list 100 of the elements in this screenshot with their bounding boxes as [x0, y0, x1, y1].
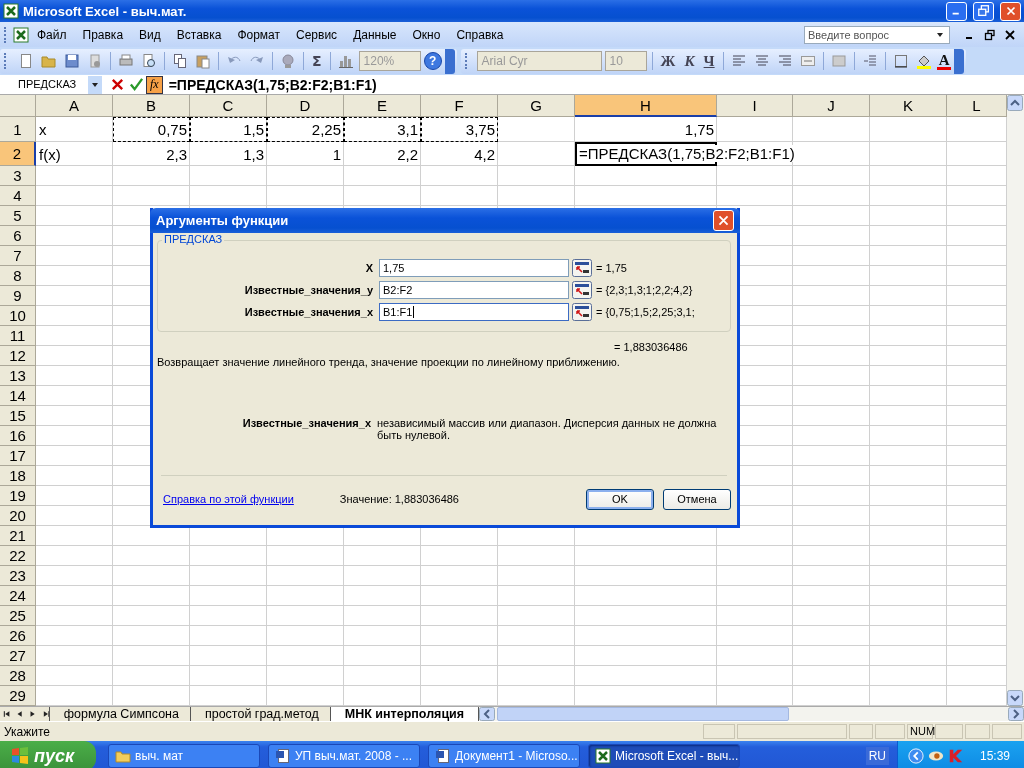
row-header[interactable]: 18: [0, 466, 36, 486]
taskbar-button[interactable]: Документ1 - Microso...: [428, 744, 580, 768]
align-left-icon[interactable]: [730, 53, 747, 69]
cancel-button[interactable]: Отмена: [663, 488, 731, 510]
row-header[interactable]: 6: [0, 226, 36, 246]
column-header[interactable]: G: [498, 95, 575, 117]
column-header[interactable]: J: [793, 95, 870, 117]
save-icon[interactable]: [64, 53, 80, 69]
row-header[interactable]: 12: [0, 346, 36, 366]
column-header[interactable]: H: [575, 95, 717, 117]
column-header[interactable]: I: [717, 95, 793, 117]
row-header[interactable]: 19: [0, 486, 36, 506]
cancel-icon[interactable]: [110, 77, 125, 92]
toolbar-options-button[interactable]: [444, 48, 455, 74]
menu-item[interactable]: Правка: [74, 25, 132, 44]
row-header[interactable]: 11: [0, 326, 36, 346]
argument-field[interactable]: 1,75: [379, 259, 569, 277]
row-header[interactable]: 13: [0, 366, 36, 386]
row-header[interactable]: 27: [0, 646, 36, 666]
row-header[interactable]: 22: [0, 546, 36, 566]
fill-color-icon[interactable]: [915, 53, 932, 69]
scroll-down-icon[interactable]: [1007, 690, 1023, 706]
font-color-button[interactable]: A: [936, 52, 952, 70]
align-right-icon[interactable]: [776, 53, 793, 69]
toolbar-options-button[interactable]: [954, 48, 965, 74]
help-link[interactable]: Справка по этой функции: [163, 493, 294, 505]
column-header[interactable]: D: [267, 95, 344, 117]
italic-button[interactable]: К: [681, 52, 698, 70]
row-header[interactable]: 29: [0, 686, 36, 706]
menu-item[interactable]: Окно: [404, 25, 449, 44]
formula-field[interactable]: =ПРЕДСКАЗ(1,75;B2:F2;B1:F1): [162, 76, 377, 93]
row-header[interactable]: 26: [0, 626, 36, 646]
scroll-thumb[interactable]: [497, 707, 790, 721]
row-header[interactable]: 3: [0, 166, 36, 186]
paste-icon[interactable]: [195, 53, 211, 69]
row-header[interactable]: 14: [0, 386, 36, 406]
expand-tray-icon[interactable]: [907, 748, 924, 764]
column-header[interactable]: L: [947, 95, 1007, 117]
row-header[interactable]: 5: [0, 206, 36, 226]
column-header[interactable]: K: [870, 95, 947, 117]
row-header[interactable]: 23: [0, 566, 36, 586]
dropdown-icon[interactable]: [936, 30, 944, 39]
row-header[interactable]: 8: [0, 266, 36, 286]
row-header[interactable]: 25: [0, 606, 36, 626]
help-button[interactable]: ?: [423, 52, 442, 70]
row-header[interactable]: 2: [0, 142, 36, 166]
row-header[interactable]: 17: [0, 446, 36, 466]
menu-item[interactable]: Справка: [448, 25, 512, 44]
menu-item[interactable]: Формат: [229, 25, 289, 44]
scroll-right-icon[interactable]: [1008, 707, 1024, 721]
collapse-dialog-icon[interactable]: [572, 281, 592, 299]
argument-field[interactable]: B2:F2: [379, 281, 569, 299]
taskbar-button[interactable]: Microsoft Excel - выч...: [588, 744, 740, 768]
horizontal-scrollbar[interactable]: [479, 707, 1024, 721]
scroll-left-icon[interactable]: [479, 707, 496, 721]
collapse-dialog-icon[interactable]: [572, 259, 592, 277]
row-header[interactable]: 4: [0, 186, 36, 206]
menu-item[interactable]: Данные: [345, 25, 405, 44]
new-document-icon[interactable]: [18, 53, 34, 69]
dropdown-icon[interactable]: [88, 75, 102, 94]
sheet-tab[interactable]: МНК интерполяция: [329, 707, 480, 721]
row-header[interactable]: 28: [0, 666, 36, 686]
vertical-scrollbar[interactable]: [1007, 95, 1024, 706]
menu-item[interactable]: Сервис: [288, 25, 346, 44]
taskbar-button[interactable]: выч. мат: [108, 744, 260, 768]
chart-icon[interactable]: [337, 53, 354, 69]
taskbar-button[interactable]: УП выч.мат. 2008 - ...: [268, 744, 420, 768]
column-header[interactable]: B: [113, 95, 190, 117]
menu-item[interactable]: Вид: [131, 25, 169, 44]
underline-button[interactable]: Ч: [700, 52, 718, 70]
cell-formula[interactable]: =ПРЕДСКАЗ(1,75;B2:F2;B1:F1): [577, 145, 797, 162]
workbook-icon[interactable]: [13, 26, 29, 43]
row-header[interactable]: 16: [0, 426, 36, 446]
scroll-up-icon[interactable]: [1007, 95, 1023, 111]
column-header[interactable]: F: [421, 95, 498, 117]
borders-icon[interactable]: [892, 53, 909, 69]
indent-icon[interactable]: [861, 53, 878, 69]
row-header[interactable]: 24: [0, 586, 36, 606]
align-center-icon[interactable]: [753, 53, 770, 69]
row-header[interactable]: 7: [0, 246, 36, 266]
column-header[interactable]: E: [344, 95, 421, 117]
print-icon[interactable]: [118, 53, 134, 69]
column-header[interactable]: A: [36, 95, 113, 117]
insert-function-button[interactable]: fx: [146, 75, 163, 94]
merge-cells-icon[interactable]: [799, 53, 816, 69]
row-header[interactable]: 20: [0, 506, 36, 526]
restore-icon[interactable]: [984, 28, 996, 41]
menu-item[interactable]: Вставка: [168, 25, 230, 44]
close-icon[interactable]: [1004, 28, 1016, 41]
language-indicator[interactable]: RU: [865, 747, 889, 765]
print-preview-icon[interactable]: [141, 53, 157, 69]
check-icon[interactable]: [129, 77, 144, 92]
row-header[interactable]: 1: [0, 117, 36, 142]
copy-icon[interactable]: [172, 53, 188, 69]
menu-item[interactable]: Файл: [29, 25, 75, 44]
column-header[interactable]: C: [190, 95, 267, 117]
row-header[interactable]: 21: [0, 526, 36, 546]
bold-button[interactable]: Ж: [657, 52, 679, 70]
ok-button[interactable]: OK: [586, 488, 654, 510]
row-header[interactable]: 10: [0, 306, 36, 326]
